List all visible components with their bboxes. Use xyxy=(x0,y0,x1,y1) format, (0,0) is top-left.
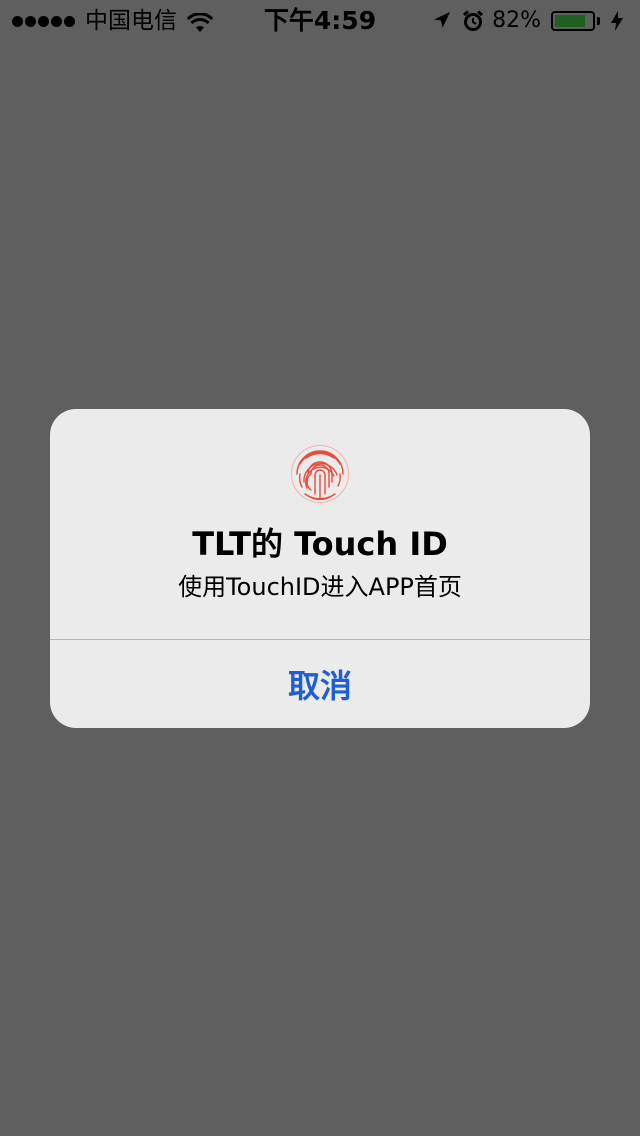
alert-title: TLT的 Touch ID xyxy=(192,525,448,563)
battery-tip xyxy=(597,17,600,25)
screen: 中国电信 下午4:59 82% TLT的 Touch ID 使用TouchID进… xyxy=(0,0,640,1136)
alert-message: 使用TouchID进入APP首页 xyxy=(178,573,462,601)
battery-icon xyxy=(551,11,595,31)
battery-percent: 82% xyxy=(492,8,541,33)
fingerprint-icon xyxy=(290,444,350,504)
cancel-button[interactable]: 取消 xyxy=(50,640,590,728)
status-right: 82% xyxy=(432,7,630,35)
charging-bolt-icon xyxy=(610,10,630,32)
battery-fill xyxy=(555,15,585,27)
status-bar: 中国电信 下午4:59 82% xyxy=(0,0,640,40)
alarm-clock-icon xyxy=(462,10,484,32)
location-arrow-icon xyxy=(432,10,452,32)
